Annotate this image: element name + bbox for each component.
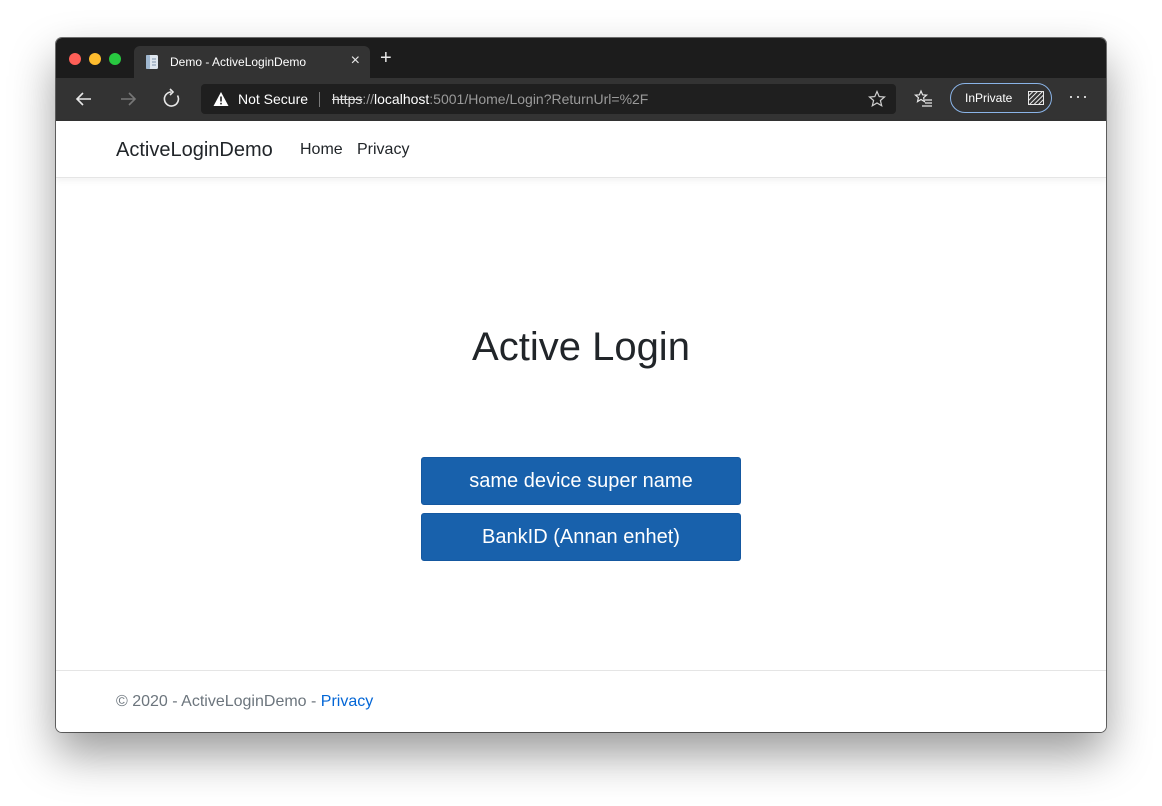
- inprivate-icon: [1028, 91, 1044, 105]
- address-bar[interactable]: Not Secure https://localhost:5001/Home/L…: [201, 84, 896, 114]
- favorite-star-icon[interactable]: [868, 90, 886, 108]
- new-tab-icon[interactable]: +: [380, 48, 392, 68]
- url-host: localhost: [374, 91, 430, 107]
- url-scheme-separator: ://: [362, 91, 375, 107]
- footer-copyright: © 2020 - ActiveLoginDemo -: [116, 693, 321, 710]
- nav-link-home[interactable]: Home: [300, 141, 343, 159]
- inprivate-button[interactable]: InPrivate: [950, 83, 1052, 113]
- page-title-container: Active Login: [56, 323, 1106, 371]
- site-brand[interactable]: ActiveLoginDemo: [116, 139, 273, 162]
- tab-title: Demo - ActiveLoginDemo: [170, 55, 307, 69]
- security-status[interactable]: Not Secure: [238, 84, 308, 114]
- page-icon: [146, 55, 158, 69]
- page-title: Active Login: [472, 325, 690, 369]
- site-navbar: ActiveLoginDemo Home Privacy: [56, 121, 1106, 178]
- footer-text: © 2020 - ActiveLoginDemo - Privacy: [116, 693, 373, 711]
- tab-strip: Demo - ActiveLoginDemo × +: [56, 38, 1106, 78]
- same-device-login-button[interactable]: same device super name: [421, 457, 741, 505]
- close-tab-icon[interactable]: ×: [351, 52, 360, 70]
- nav-link-privacy[interactable]: Privacy: [357, 141, 409, 159]
- browser-window: Demo - ActiveLoginDemo × + Not Secure ht: [56, 38, 1106, 732]
- url-scheme: https: [332, 91, 363, 107]
- favorites-list-icon[interactable]: [914, 89, 934, 109]
- inprivate-label: InPrivate: [965, 91, 1013, 105]
- warning-icon: [213, 92, 229, 106]
- url-text[interactable]: https://localhost:5001/Home/Login?Return…: [332, 84, 648, 114]
- more-options-icon[interactable]: ···: [1068, 86, 1089, 107]
- site-footer: © 2020 - ActiveLoginDemo - Privacy: [56, 670, 1106, 732]
- forward-arrow-icon[interactable]: [117, 88, 139, 110]
- browser-toolbar: Not Secure https://localhost:5001/Home/L…: [56, 78, 1106, 121]
- web-page: ActiveLoginDemo Home Privacy Active Logi…: [56, 121, 1106, 732]
- address-separator: [319, 92, 320, 107]
- url-path: :5001/Home/Login?ReturnUrl=%2F: [429, 91, 649, 107]
- back-arrow-icon[interactable]: [73, 88, 95, 110]
- other-device-login-button[interactable]: BankID (Annan enhet): [421, 513, 741, 561]
- minimize-window-button[interactable]: [89, 53, 101, 65]
- footer-privacy-link[interactable]: Privacy: [321, 693, 373, 710]
- reload-icon[interactable]: [161, 88, 183, 110]
- browser-tab[interactable]: Demo - ActiveLoginDemo ×: [134, 46, 370, 78]
- close-window-button[interactable]: [69, 53, 81, 65]
- maximize-window-button[interactable]: [109, 53, 121, 65]
